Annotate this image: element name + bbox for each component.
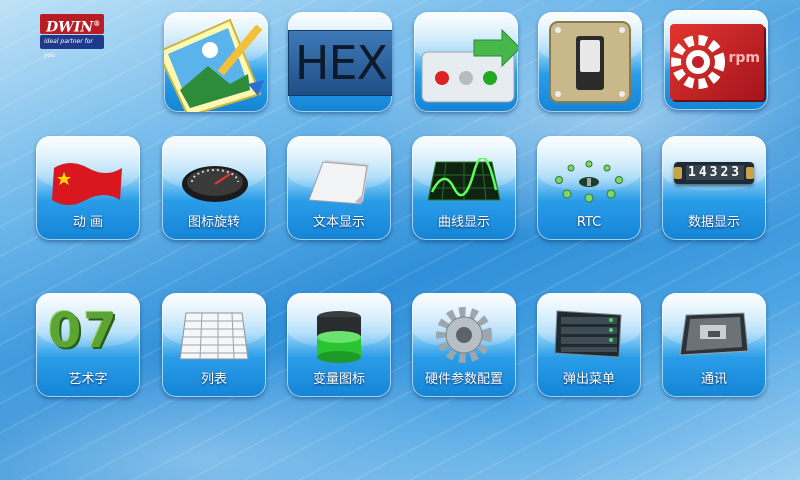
tile-art-font-label: 艺术字 (68, 372, 108, 387)
tile-communication-label: 通讯 (700, 372, 727, 387)
tile-text-display[interactable]: 文本显示 (287, 136, 391, 240)
tile-popup-menu[interactable]: 弹出菜单 (537, 293, 641, 397)
tile-rtc[interactable]: RTC (537, 136, 641, 240)
tile-animation[interactable]: 动 画 (36, 136, 140, 240)
toggle-switch-icon (546, 18, 634, 106)
tile-list-label: 列表 (200, 372, 227, 387)
tile-variable-icon-label: 变量图标 (312, 372, 365, 387)
tile-icon-rotate-label: 图标旋转 (187, 215, 240, 230)
tile-indicator[interactable] (414, 12, 518, 112)
tile-curve-display-label: 曲线显示 (437, 215, 490, 230)
dwin-logo: DWIN® ideal partner for you (40, 14, 104, 59)
tile-text-display-label: 文本显示 (312, 215, 365, 230)
rpm-text: rpm (728, 50, 760, 66)
tile-rtc-label: RTC (576, 215, 602, 230)
tile-picture[interactable] (164, 12, 268, 112)
brand-tagline: ideal partner for you (40, 35, 104, 59)
picture-frame-icon (164, 14, 268, 112)
tile-communication[interactable]: 通讯 (662, 293, 766, 397)
tile-icon-rotate[interactable]: 图标旋转 (162, 136, 266, 240)
hex-text: HEX (294, 36, 388, 90)
tile-hardware-config[interactable]: 硬件参数配置 (412, 293, 516, 397)
table-sheet-icon (178, 309, 250, 363)
hex-text-icon: HEX (288, 30, 392, 96)
tile-variable-icon[interactable]: 变量图标 (287, 293, 391, 397)
device-photo-icon (678, 311, 750, 357)
tile-list[interactable]: 列表 (162, 293, 266, 397)
tile-rpm[interactable]: rpm (664, 10, 768, 110)
popup-menu-icon (553, 309, 625, 359)
flag-icon (50, 156, 126, 206)
tile-data-display[interactable]: 14323 数据显示 (662, 136, 766, 240)
paper-stack-icon (305, 154, 375, 206)
tile-data-display-label: 数据显示 (687, 215, 740, 230)
grass-digits-icon: 07 (48, 303, 119, 359)
digit-counter-icon: 14323 (674, 162, 754, 184)
counter-digits: 14323 (686, 165, 745, 180)
battery-level-icon (313, 309, 365, 365)
tile-art-font[interactable]: 07 艺术字 (36, 293, 140, 397)
indicator-lights-icon (420, 26, 518, 106)
curve-graph-icon (426, 158, 502, 204)
gear-icon (434, 305, 494, 365)
tile-hex[interactable]: HEX (288, 12, 392, 112)
tile-popup-menu-label: 弹出菜单 (562, 372, 615, 387)
clock-ring-icon (551, 158, 627, 204)
tile-curve-display[interactable]: 曲线显示 (412, 136, 516, 240)
tile-hardware-config-label: 硬件参数配置 (424, 372, 503, 387)
rpm-gear-icon: rpm (670, 24, 764, 100)
brand-name: DWIN (46, 19, 94, 36)
gauge-icon (180, 158, 250, 204)
tile-animation-label: 动 画 (72, 215, 104, 230)
tile-switch[interactable] (538, 12, 642, 112)
